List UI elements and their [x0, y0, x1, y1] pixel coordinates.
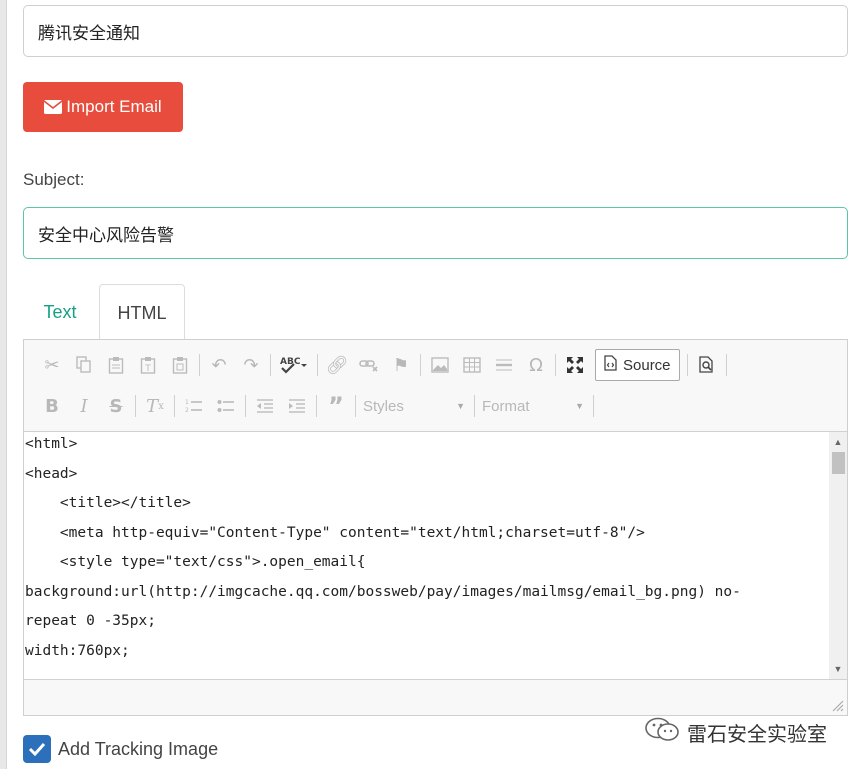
html-editor: ✂ T ↶ ↷ ABC 🔗︎ ⚑ Ω Source B I S T x 1 2 …: [23, 339, 848, 716]
toolbar-separator: [474, 395, 475, 417]
toolbar-separator: [270, 354, 271, 376]
tab-text[interactable]: Text: [23, 284, 97, 340]
styles-dropdown[interactable]: Styles ▼: [359, 392, 471, 420]
scroll-up-icon[interactable]: ▲: [829, 434, 847, 450]
source-button[interactable]: Source: [595, 349, 680, 381]
code-line: <title></title>: [25, 495, 191, 511]
unlink-icon[interactable]: [353, 350, 385, 380]
editor-tabs: Text HTML: [23, 284, 848, 341]
import-email-label: Import Email: [66, 97, 162, 116]
toolbar-separator: [317, 354, 318, 376]
toolbar-row-2: B I S Tx 12 ” Styles ▼ Format ▼: [36, 388, 597, 424]
toolbar-separator: [245, 395, 246, 417]
numbered-list-icon[interactable]: 12: [178, 391, 210, 421]
svg-text:2: 2: [185, 407, 189, 414]
toolbar-separator: [135, 395, 136, 417]
outdent-icon[interactable]: [249, 391, 281, 421]
tab-html[interactable]: HTML: [99, 284, 185, 341]
svg-text:1: 1: [185, 399, 189, 406]
format-label: Format: [482, 397, 530, 415]
watermark: 雷石安全实验室: [645, 717, 827, 748]
wechat-icon: [645, 717, 679, 748]
scrollbar-thumb[interactable]: [832, 452, 845, 474]
toolbar-row-1: ✂ T ↶ ↷ ABC 🔗︎ ⚑ Ω Source: [36, 347, 730, 383]
bulleted-list-icon[interactable]: [210, 391, 242, 421]
svg-text:ABC: ABC: [280, 357, 301, 367]
code-line: repeat 0 -35px;: [25, 613, 156, 629]
toolbar-separator: [725, 354, 727, 376]
toolbar-separator: [355, 395, 356, 417]
spellcheck-icon[interactable]: ABC: [274, 350, 314, 380]
toolbar-separator: [316, 395, 317, 417]
table-icon[interactable]: [456, 350, 488, 380]
editor-toolbar: ✂ T ↶ ↷ ABC 🔗︎ ⚑ Ω Source B I S T x 1 2 …: [24, 340, 847, 432]
source-code-area[interactable]: <html> <head> <title></title> <meta http…: [24, 432, 829, 679]
campaign-name-input[interactable]: 腾讯安全通知: [23, 5, 848, 57]
italic-icon[interactable]: I: [68, 391, 100, 421]
horizontal-line-icon[interactable]: [488, 350, 520, 380]
svg-text:T: T: [144, 364, 151, 374]
indent-icon[interactable]: [281, 391, 313, 421]
undo-icon[interactable]: ↶: [203, 350, 235, 380]
toolbar-separator: [555, 354, 556, 376]
import-email-button[interactable]: Import Email: [23, 82, 183, 132]
paste-text-icon[interactable]: T: [132, 350, 164, 380]
toolbar-separator: [593, 395, 594, 417]
blockquote-icon[interactable]: ”: [320, 391, 352, 421]
anchor-icon[interactable]: ⚑: [385, 350, 417, 380]
code-line: width:760px;: [25, 643, 130, 659]
code-line: <style type="text/css">.open_email{: [25, 554, 366, 570]
code-line: background:url(http://imgcache.qq.com/bo…: [25, 584, 741, 600]
code-line: <meta http-equiv="Content-Type" content=…: [25, 525, 645, 541]
toolbar-separator: [199, 354, 200, 376]
styles-label: Styles: [363, 397, 404, 415]
source-label: Source: [623, 356, 671, 374]
redo-icon[interactable]: ↷: [235, 350, 267, 380]
strike-icon[interactable]: S: [100, 391, 132, 421]
campaign-name-value: 腾讯安全通知: [38, 23, 140, 44]
window-left-edge: [0, 0, 7, 769]
paste-icon[interactable]: [100, 350, 132, 380]
tracking-label: Add Tracking Image: [58, 739, 219, 759]
cut-icon[interactable]: ✂: [36, 350, 68, 380]
resize-grip-icon[interactable]: [832, 700, 844, 712]
code-scrollbar[interactable]: ▲ ▼: [829, 432, 847, 679]
code-line: <html>: [25, 436, 78, 452]
image-icon[interactable]: [424, 350, 456, 380]
watermark-text: 雷石安全实验室: [687, 722, 827, 746]
subject-input[interactable]: 安全中心风险告警: [23, 207, 848, 259]
subject-label: Subject:: [23, 170, 85, 189]
subject-value: 安全中心风险告警: [38, 225, 174, 246]
toolbar-separator: [174, 395, 175, 417]
tracking-checkbox[interactable]: [23, 735, 51, 763]
format-dropdown[interactable]: Format ▼: [478, 392, 590, 420]
chevron-down-icon: ▼: [575, 401, 584, 411]
paste-word-icon[interactable]: [164, 350, 196, 380]
bold-icon[interactable]: B: [36, 391, 68, 421]
scroll-down-icon[interactable]: ▼: [829, 661, 847, 677]
editor-statusbar: [24, 679, 847, 715]
preview-icon[interactable]: [691, 350, 723, 380]
remove-format-icon[interactable]: Tx: [139, 391, 171, 421]
link-icon[interactable]: 🔗︎: [321, 350, 353, 380]
envelope-icon: [44, 100, 63, 114]
maximize-icon[interactable]: [559, 350, 591, 380]
toolbar-separator: [420, 354, 421, 376]
copy-icon[interactable]: [68, 350, 100, 380]
source-icon: [604, 355, 617, 375]
special-char-icon[interactable]: Ω: [520, 350, 552, 380]
toolbar-separator: [686, 354, 688, 376]
code-line: <head>: [25, 466, 78, 482]
checkmark-icon: [28, 742, 46, 756]
chevron-down-icon: ▼: [456, 401, 465, 411]
